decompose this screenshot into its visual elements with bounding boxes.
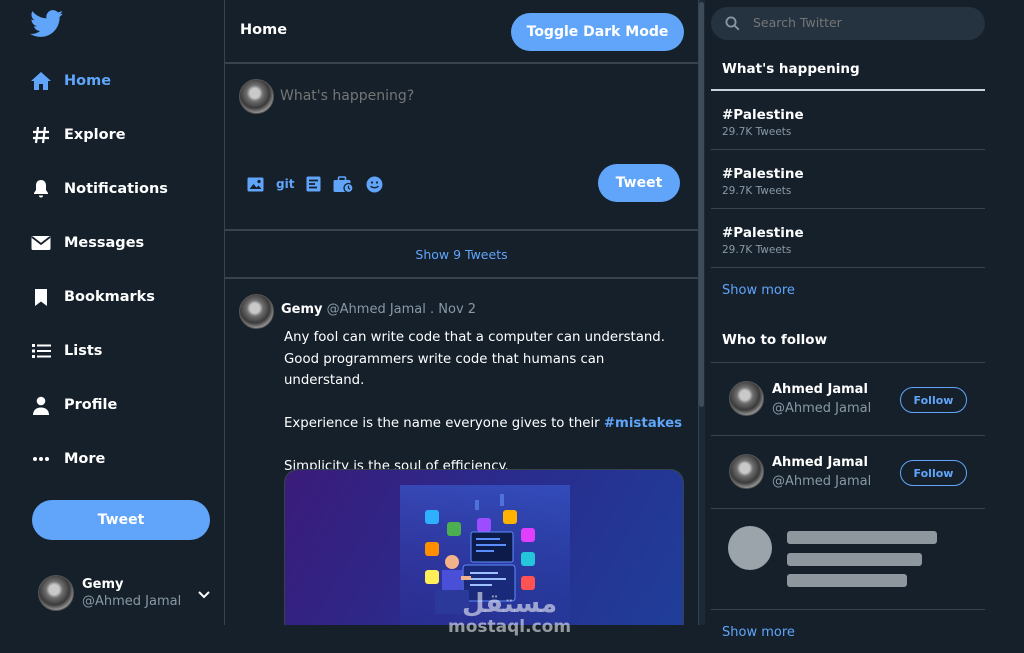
show-more-follow-link[interactable]: Show more: [722, 625, 795, 640]
trend-tag: #Palestine: [722, 107, 804, 123]
toggle-dark-mode-button[interactable]: Toggle Dark Mode: [511, 13, 684, 51]
trend-tag: #Palestine: [722, 225, 804, 241]
tweet-author-name[interactable]: Gemy: [281, 302, 323, 317]
loading-placeholder: [711, 508, 985, 610]
skeleton-avatar: [728, 526, 772, 570]
home-icon: [30, 70, 52, 92]
follow-button[interactable]: Follow: [900, 460, 967, 486]
trend-item[interactable]: #Palestine 29.7K Tweets: [711, 151, 985, 209]
tweet[interactable]: Gemy @Ahmed Jamal . Nov 2 Any fool can w…: [225, 279, 698, 625]
follow-button[interactable]: Follow: [900, 387, 967, 413]
main-timeline: Home Toggle Dark Mode git Tweet Show 9 T…: [224, 0, 699, 625]
page-title: Home: [240, 22, 288, 38]
user-icon: [30, 394, 52, 416]
trend-count: 29.7K Tweets: [722, 244, 792, 256]
nav-bookmarks[interactable]: Bookmarks: [30, 282, 155, 312]
chevron-down-icon[interactable]: [198, 584, 210, 603]
nav-label: Bookmarks: [64, 289, 155, 305]
skeleton-line: [787, 574, 907, 587]
nav-notifications[interactable]: Notifications: [30, 174, 168, 204]
sidebar-tweet-button[interactable]: Tweet: [32, 500, 210, 540]
timeline-header: Home Toggle Dark Mode: [225, 0, 698, 64]
hashtag-icon: [30, 124, 52, 146]
compose-toolbar: git: [247, 174, 395, 194]
avatar: [38, 575, 74, 611]
watermark-arabic: مستقل: [461, 589, 558, 619]
tweet-line: Any fool can write code that a computer …: [284, 330, 665, 388]
nav-more[interactable]: More: [30, 444, 105, 474]
account-name: Gemy: [82, 577, 124, 592]
who-to-follow-title: Who to follow: [722, 332, 828, 348]
left-sidebar: Home Explore Notifications Messages Book…: [0, 0, 224, 653]
nav-lists[interactable]: Lists: [30, 336, 102, 366]
nav-label: Explore: [64, 127, 126, 143]
list-icon: [30, 340, 52, 362]
gif-button[interactable]: git: [276, 174, 294, 194]
tweet-date: Nov 2: [438, 302, 477, 317]
trend-item[interactable]: #Palestine 29.7K Tweets: [711, 92, 985, 150]
follow-handle: @Ahmed Jamal: [772, 401, 872, 416]
watermark: مستقل mostaql.com: [448, 590, 571, 636]
follow-suggestion[interactable]: Ahmed Jamal @Ahmed Jamal Follow: [711, 362, 985, 435]
nav-explore[interactable]: Explore: [30, 120, 126, 150]
divider: [711, 89, 985, 91]
follow-name: Ahmed Jamal: [772, 455, 868, 470]
compose-input[interactable]: [280, 88, 670, 104]
search-icon: [725, 16, 740, 35]
nav-label: Messages: [64, 235, 145, 251]
nav-messages[interactable]: Messages: [30, 228, 144, 258]
tweet-author-handle: @Ahmed Jamal: [326, 302, 426, 317]
trend-tag: #Palestine: [722, 166, 804, 182]
emoji-icon[interactable]: [366, 174, 383, 194]
bookmark-icon: [30, 286, 52, 308]
tweet-separator: .: [425, 302, 439, 317]
compose-box: git Tweet: [225, 64, 698, 231]
search-box[interactable]: [711, 7, 985, 40]
avatar[interactable]: [239, 294, 274, 329]
whats-happening-title: What's happening: [722, 61, 860, 77]
trend-count: 29.7K Tweets: [722, 185, 792, 197]
nav-label: More: [64, 451, 106, 467]
nav-label: Lists: [64, 343, 103, 359]
nav-label: Profile: [64, 397, 118, 413]
skeleton-line: [787, 553, 922, 566]
skeleton-line: [787, 531, 937, 544]
search-input[interactable]: [753, 15, 973, 30]
compose-tweet-button[interactable]: Tweet: [598, 164, 680, 202]
avatar: [239, 79, 274, 114]
avatar[interactable]: [729, 454, 764, 489]
poll-icon[interactable]: [306, 174, 321, 194]
watermark-latin: mostaql.com: [448, 617, 572, 637]
right-sidebar: What's happening #Palestine 29.7K Tweets…: [711, 0, 985, 653]
scrollbar-thumb[interactable]: [699, 2, 704, 407]
trend-count: 29.7K Tweets: [722, 126, 792, 138]
envelope-icon: [30, 232, 52, 254]
schedule-icon[interactable]: [333, 174, 355, 194]
hashtag-link[interactable]: #mistakes: [604, 416, 682, 431]
show-more-trends-link[interactable]: Show more: [722, 283, 795, 298]
ellipsis-icon: [30, 448, 52, 470]
trend-item[interactable]: #Palestine 29.7K Tweets: [711, 210, 985, 268]
follow-suggestion[interactable]: Ahmed Jamal @Ahmed Jamal Follow: [711, 435, 985, 508]
avatar[interactable]: [729, 381, 764, 416]
tweet-line-text: Experience is the name everyone gives to…: [284, 416, 604, 431]
bell-icon: [30, 178, 52, 200]
follow-name: Ahmed Jamal: [772, 382, 868, 397]
account-handle: @Ahmed Jamal: [82, 594, 182, 609]
nav-home[interactable]: Home: [30, 66, 111, 96]
show-new-tweets-link[interactable]: Show 9 Tweets: [225, 231, 698, 279]
tweet-line: Experience is the name everyone gives to…: [284, 413, 684, 435]
twitter-bird-icon[interactable]: [30, 10, 66, 40]
account-switcher[interactable]: Gemy @Ahmed Jamal: [38, 574, 214, 612]
image-icon[interactable]: [247, 174, 264, 194]
nav-profile[interactable]: Profile: [30, 390, 117, 420]
tweet-header: Gemy @Ahmed Jamal . Nov 2: [281, 302, 476, 317]
follow-handle: @Ahmed Jamal: [772, 474, 872, 489]
nav-label: Notifications: [64, 181, 168, 197]
nav-label: Home: [64, 73, 112, 89]
